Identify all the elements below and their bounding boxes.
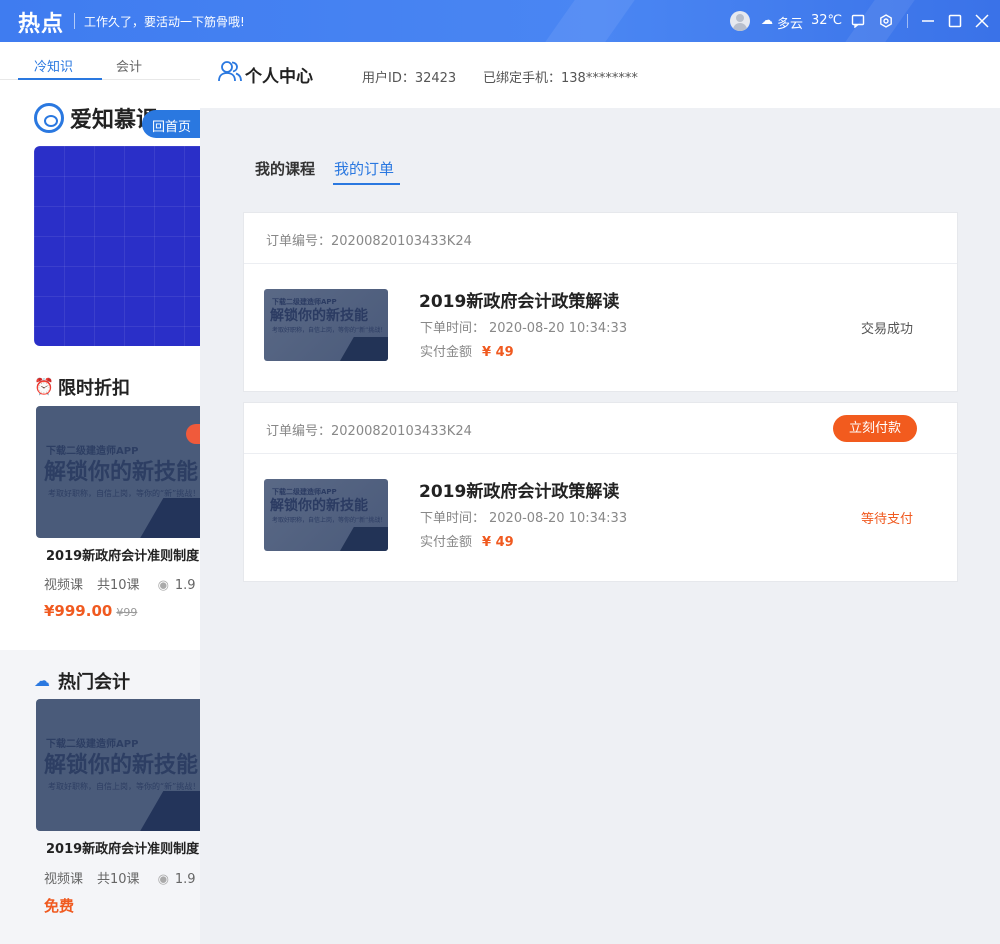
alarm-clock-icon: ⏰ [34,377,54,396]
order-card: 订单编号：20200820103433K24 下载二级建造师APP 解锁你的新技… [243,212,958,392]
tab-accounting[interactable]: 会计 [116,56,142,75]
order-amount: 实付金额 ¥ 49 [420,531,514,550]
panel-header: 个人中心 用户ID：32423 已绑定手机：138******** [200,42,1000,108]
app-logo: 热点 [18,11,65,37]
thumb-headline: 解锁你的新技能 [44,460,199,485]
eye-icon: ◉ [157,872,169,887]
user-avatar[interactable] [730,11,750,31]
order-time-value: 2020-08-20 10:34:33 [489,321,628,336]
settings-icon[interactable] [876,11,896,31]
thumb-headline: 解锁你的新技能 [44,753,199,778]
thumb-headline: 解锁你的新技能 [270,308,368,324]
discount-badge [186,424,200,444]
lesson-count: 共10课 [97,872,140,887]
back-home-button[interactable]: 回首页 [142,110,200,138]
cloud-chart-icon: ☁ [34,671,50,690]
order-amount-label: 实付金额 [420,345,473,360]
order-card: 订单编号：20200820103433K24 立刻付款 下载二级建造师APP 解… [243,402,958,582]
course-price: ¥999.00 ¥99 [44,602,137,620]
thumb-decoration [334,527,388,551]
thumb-decoration [128,791,200,831]
active-tab-underline [18,78,102,80]
title-separator [74,13,75,29]
pay-now-button[interactable]: 立刻付款 [833,415,917,442]
order-course-title[interactable]: 2019新政府会计政策解读 [419,477,619,502]
order-time-label: 下单时间： [420,321,486,336]
course-meta: 视频课 共10课 ◉ 1.9 [44,574,196,593]
order-course-thumbnail[interactable]: 下载二级建造师APP 解锁你的新技能 考取好职称，自信上岗，等你的“新”挑战！ [264,289,388,361]
hot-section-header: ☁ 热门会计 [34,668,130,694]
tab-trivia[interactable]: 冷知识 [34,56,73,75]
view-count: 1.9 [174,578,196,593]
course-price-free: 免费 [44,897,75,915]
course-title[interactable]: 2019新政府会计准则制度 [46,545,199,564]
titlebar-decoration [545,0,635,42]
title-bar: 热点 工作久了，要活动一下筋骨哦! ☁ 多云 32℃ [0,0,1000,42]
panel-title: 个人中心 [245,67,313,87]
current-price: ¥999.00 [44,602,113,620]
course-thumbnail[interactable]: 下载二级建造师APP 解锁你的新技能 考取好职称，自信上岗，等你的“新”挑战！ [36,406,200,538]
maximize-icon[interactable] [945,11,965,31]
tab-my-orders[interactable]: 我的订单 [334,158,394,179]
minimize-icon[interactable] [918,11,938,31]
close-icon[interactable] [972,11,992,31]
order-time-value: 2020-08-20 10:34:33 [489,511,628,526]
order-amount: 实付金额 ¥ 49 [420,341,514,360]
background-home-page: 冷知识 会计 爱知慕课 回首页 ⏰ 限时折扣 下载二级建造师APP 解锁你的新技… [0,42,200,944]
brand-header: 爱知慕课 [34,102,158,134]
order-amount-label: 实付金额 [420,535,473,550]
order-time-label: 下单时间： [420,511,486,526]
bound-phone: 已绑定手机：138******** [483,71,638,86]
course-type: 视频课 [44,872,84,887]
order-status: 交易成功 [861,322,914,337]
view-count: 1.9 [174,872,196,887]
course-title[interactable]: 2019新政府会计准则制度 [46,838,199,857]
order-course-thumbnail[interactable]: 下载二级建造师APP 解锁你的新技能 考取好职称，自信上岗，等你的“新”挑战！ [264,479,388,551]
order-time: 下单时间： 2020-08-20 10:34:33 [420,317,627,336]
weather-icon: ☁ [761,13,773,27]
order-number: 订单编号：20200820103433K24 [266,424,472,439]
original-price: ¥99 [116,606,138,619]
order-card-header: 订单编号：20200820103433K24 [244,213,957,264]
order-card-header: 订单编号：20200820103433K24 立刻付款 [244,403,957,454]
order-amount-value: ¥ 49 [482,535,514,550]
course-type: 视频课 [44,578,84,593]
course-thumbnail[interactable]: 下载二级建造师APP 解锁你的新技能 考取好职称，自信上岗，等你的“新”挑战！ [36,699,200,831]
temperature-text: 32℃ [811,13,843,28]
order-amount-value: ¥ 49 [482,345,514,360]
course-meta: 视频课 共10课 ◉ 1.9 [44,868,196,887]
order-status: 等待支付 [861,512,914,527]
titlebar-separator [907,14,908,28]
thumb-decoration [128,498,200,538]
order-course-title[interactable]: 2019新政府会计政策解读 [419,287,619,312]
thumb-subcaption: 考取好职称，自信上岗，等你的“新”挑战！ [272,517,387,524]
eye-icon: ◉ [157,578,169,593]
tab-my-courses[interactable]: 我的课程 [255,158,315,179]
section-title: 限时折扣 [58,378,130,399]
category-tabs: 冷知识 会计 [0,42,200,80]
user-id: 用户ID：32423 [362,71,457,86]
discount-section-header: ⏰ 限时折扣 [34,374,130,400]
lesson-count: 共10课 [97,578,140,593]
slogan: 工作久了，要活动一下筋骨哦! [84,15,245,29]
promo-banner[interactable] [34,146,200,346]
message-icon[interactable] [848,11,868,31]
thumb-subcaption: 考取好职称，自信上岗，等你的“新”挑战！ [272,327,387,334]
weather-text: 多云 [777,17,804,32]
users-icon [218,60,242,82]
active-tab-underline [333,183,400,185]
section-title: 热门会计 [58,672,130,693]
thumb-headline: 解锁你的新技能 [270,498,368,514]
order-number: 订单编号：20200820103433K24 [266,234,472,249]
order-time: 下单时间： 2020-08-20 10:34:33 [420,507,627,526]
thumb-decoration [334,337,388,361]
brand-logo-icon [34,103,64,133]
personal-center-panel: 个人中心 用户ID：32423 已绑定手机：138******** 我的课程 我… [200,42,1000,944]
